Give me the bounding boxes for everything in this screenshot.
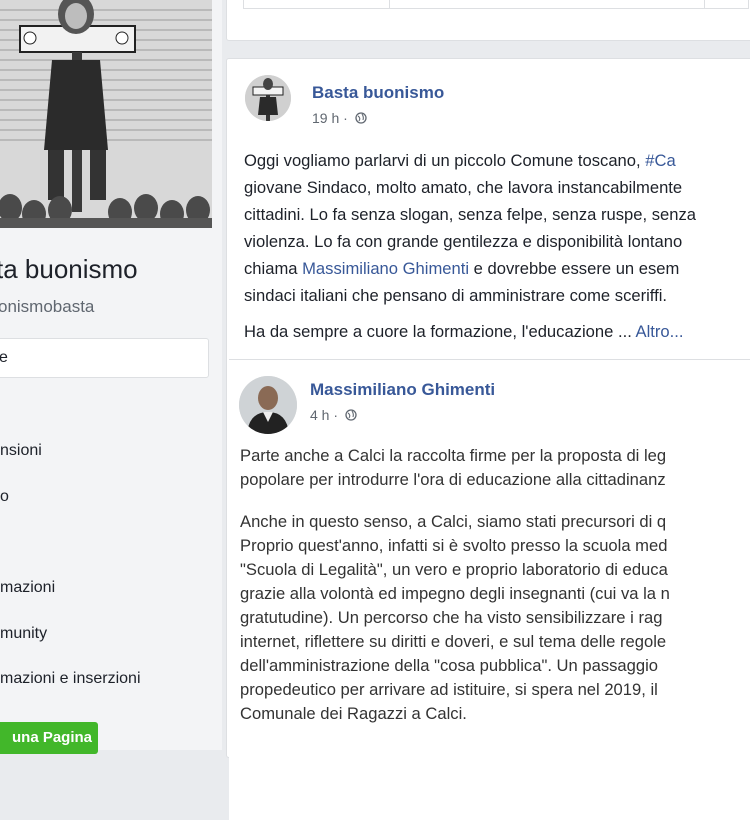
post-text-line: chiama Massimiliano Ghimenti e dovrebbe … xyxy=(244,259,679,279)
post-meta: 19 h · xyxy=(312,110,367,126)
shared-text-line: Parte anche a Calci la raccolta firme pe… xyxy=(240,446,667,465)
post-card: Basta buonismo 19 h · Oggi vogliamo parl… xyxy=(226,58,750,820)
shared-text-line: dell'amministrazione della "cosa pubblic… xyxy=(240,656,659,675)
table-divider xyxy=(704,0,705,9)
shared-post-author[interactable]: Massimiliano Ghimenti xyxy=(310,380,495,400)
post-text-line: sindaci italiani che pensano di amminist… xyxy=(244,286,668,305)
shared-text-line: propedeutico per arrivare ad istituire, … xyxy=(240,680,658,699)
table-divider xyxy=(389,0,390,9)
meta-dot: · xyxy=(343,110,348,126)
previous-post-card xyxy=(226,0,750,41)
page-handle[interactable]: onismobasta xyxy=(0,297,94,317)
globe-icon[interactable] xyxy=(345,409,357,421)
sidebar-item-info[interactable]: mazioni xyxy=(0,579,55,597)
page-sidebar: ta buonismo onismobasta e nsioni o mazio… xyxy=(0,0,222,754)
shared-text-line: Anche in questo senso, a Calci, siamo st… xyxy=(240,512,667,531)
globe-icon[interactable] xyxy=(355,112,367,124)
post-text: e dovrebbe essere un esem xyxy=(469,259,680,278)
post-text-line: Ha da sempre a cuore la formazione, l'ed… xyxy=(244,322,683,342)
shared-author-avatar[interactable] xyxy=(239,376,297,434)
post-text: Ha da sempre a cuore la formazione, l'ed… xyxy=(244,322,632,341)
shared-post[interactable]: Massimiliano Ghimenti 4 h · Parte anche … xyxy=(229,359,750,820)
shared-text-line: Comunale dei Ragazzi a Calci. xyxy=(240,704,467,723)
meta-dot: · xyxy=(333,407,339,423)
page-name[interactable]: ta buonismo xyxy=(0,254,138,285)
shared-text-line: Proprio quest'anno, infatti si è svolto … xyxy=(240,536,668,555)
page-avatar[interactable] xyxy=(245,75,291,121)
mention-link[interactable]: Massimiliano Ghimenti xyxy=(302,259,469,278)
see-more-link[interactable]: Altro... xyxy=(636,322,684,341)
post-text-line: cittadini. Lo fa senza slogan, senza fel… xyxy=(244,205,697,224)
post-text-line: giovane Sindaco, molto amato, che lavora… xyxy=(244,178,683,197)
sidebar-item-info-and-ads[interactable]: mazioni e inserzioni xyxy=(0,670,141,688)
shared-post-meta: 4 h · xyxy=(310,407,357,423)
sidebar-item-photos[interactable]: o xyxy=(0,488,9,506)
sidebar-item-reviews[interactable]: nsioni xyxy=(0,442,42,460)
shared-text-line: gratutudine). Un percorso che ha visto s… xyxy=(240,608,663,627)
person-avatar-icon xyxy=(239,376,297,434)
pillory-avatar-icon xyxy=(245,75,291,121)
shared-text-line: grazie alla volontà ed impegno degli ins… xyxy=(240,584,670,603)
create-page-button[interactable]: una Pagina xyxy=(0,722,98,754)
shared-text-line: popolare per introdurre l'ora di educazi… xyxy=(240,470,666,489)
create-page-label: una Pagina xyxy=(12,729,93,746)
post-text: chiama xyxy=(244,259,303,278)
post-text-line: Oggi vogliamo parlarvi di un piccolo Com… xyxy=(244,151,676,171)
sidebar-item-label: e xyxy=(0,349,8,366)
cover-photo[interactable] xyxy=(0,0,212,228)
sidebar-item-home[interactable]: e xyxy=(0,338,209,378)
post-time[interactable]: 19 h xyxy=(312,110,339,126)
hashtag-link[interactable]: #Ca xyxy=(645,151,675,170)
post-author[interactable]: Basta buonismo xyxy=(312,83,444,103)
post-text: Oggi vogliamo parlarvi di un piccolo Com… xyxy=(244,151,646,170)
sidebar-item-community[interactable]: munity xyxy=(0,625,47,643)
shared-post-time[interactable]: 4 h xyxy=(310,407,329,423)
previous-post-table xyxy=(243,0,749,9)
post-text-line: violenza. Lo fa con grande gentilezza e … xyxy=(244,232,683,251)
shared-text-line: internet, riflettere su diritti e doveri… xyxy=(240,632,667,651)
pillory-engraving-image xyxy=(0,0,212,228)
shared-text-line: "Scuola di Legalità", un vero e proprio … xyxy=(240,560,668,579)
